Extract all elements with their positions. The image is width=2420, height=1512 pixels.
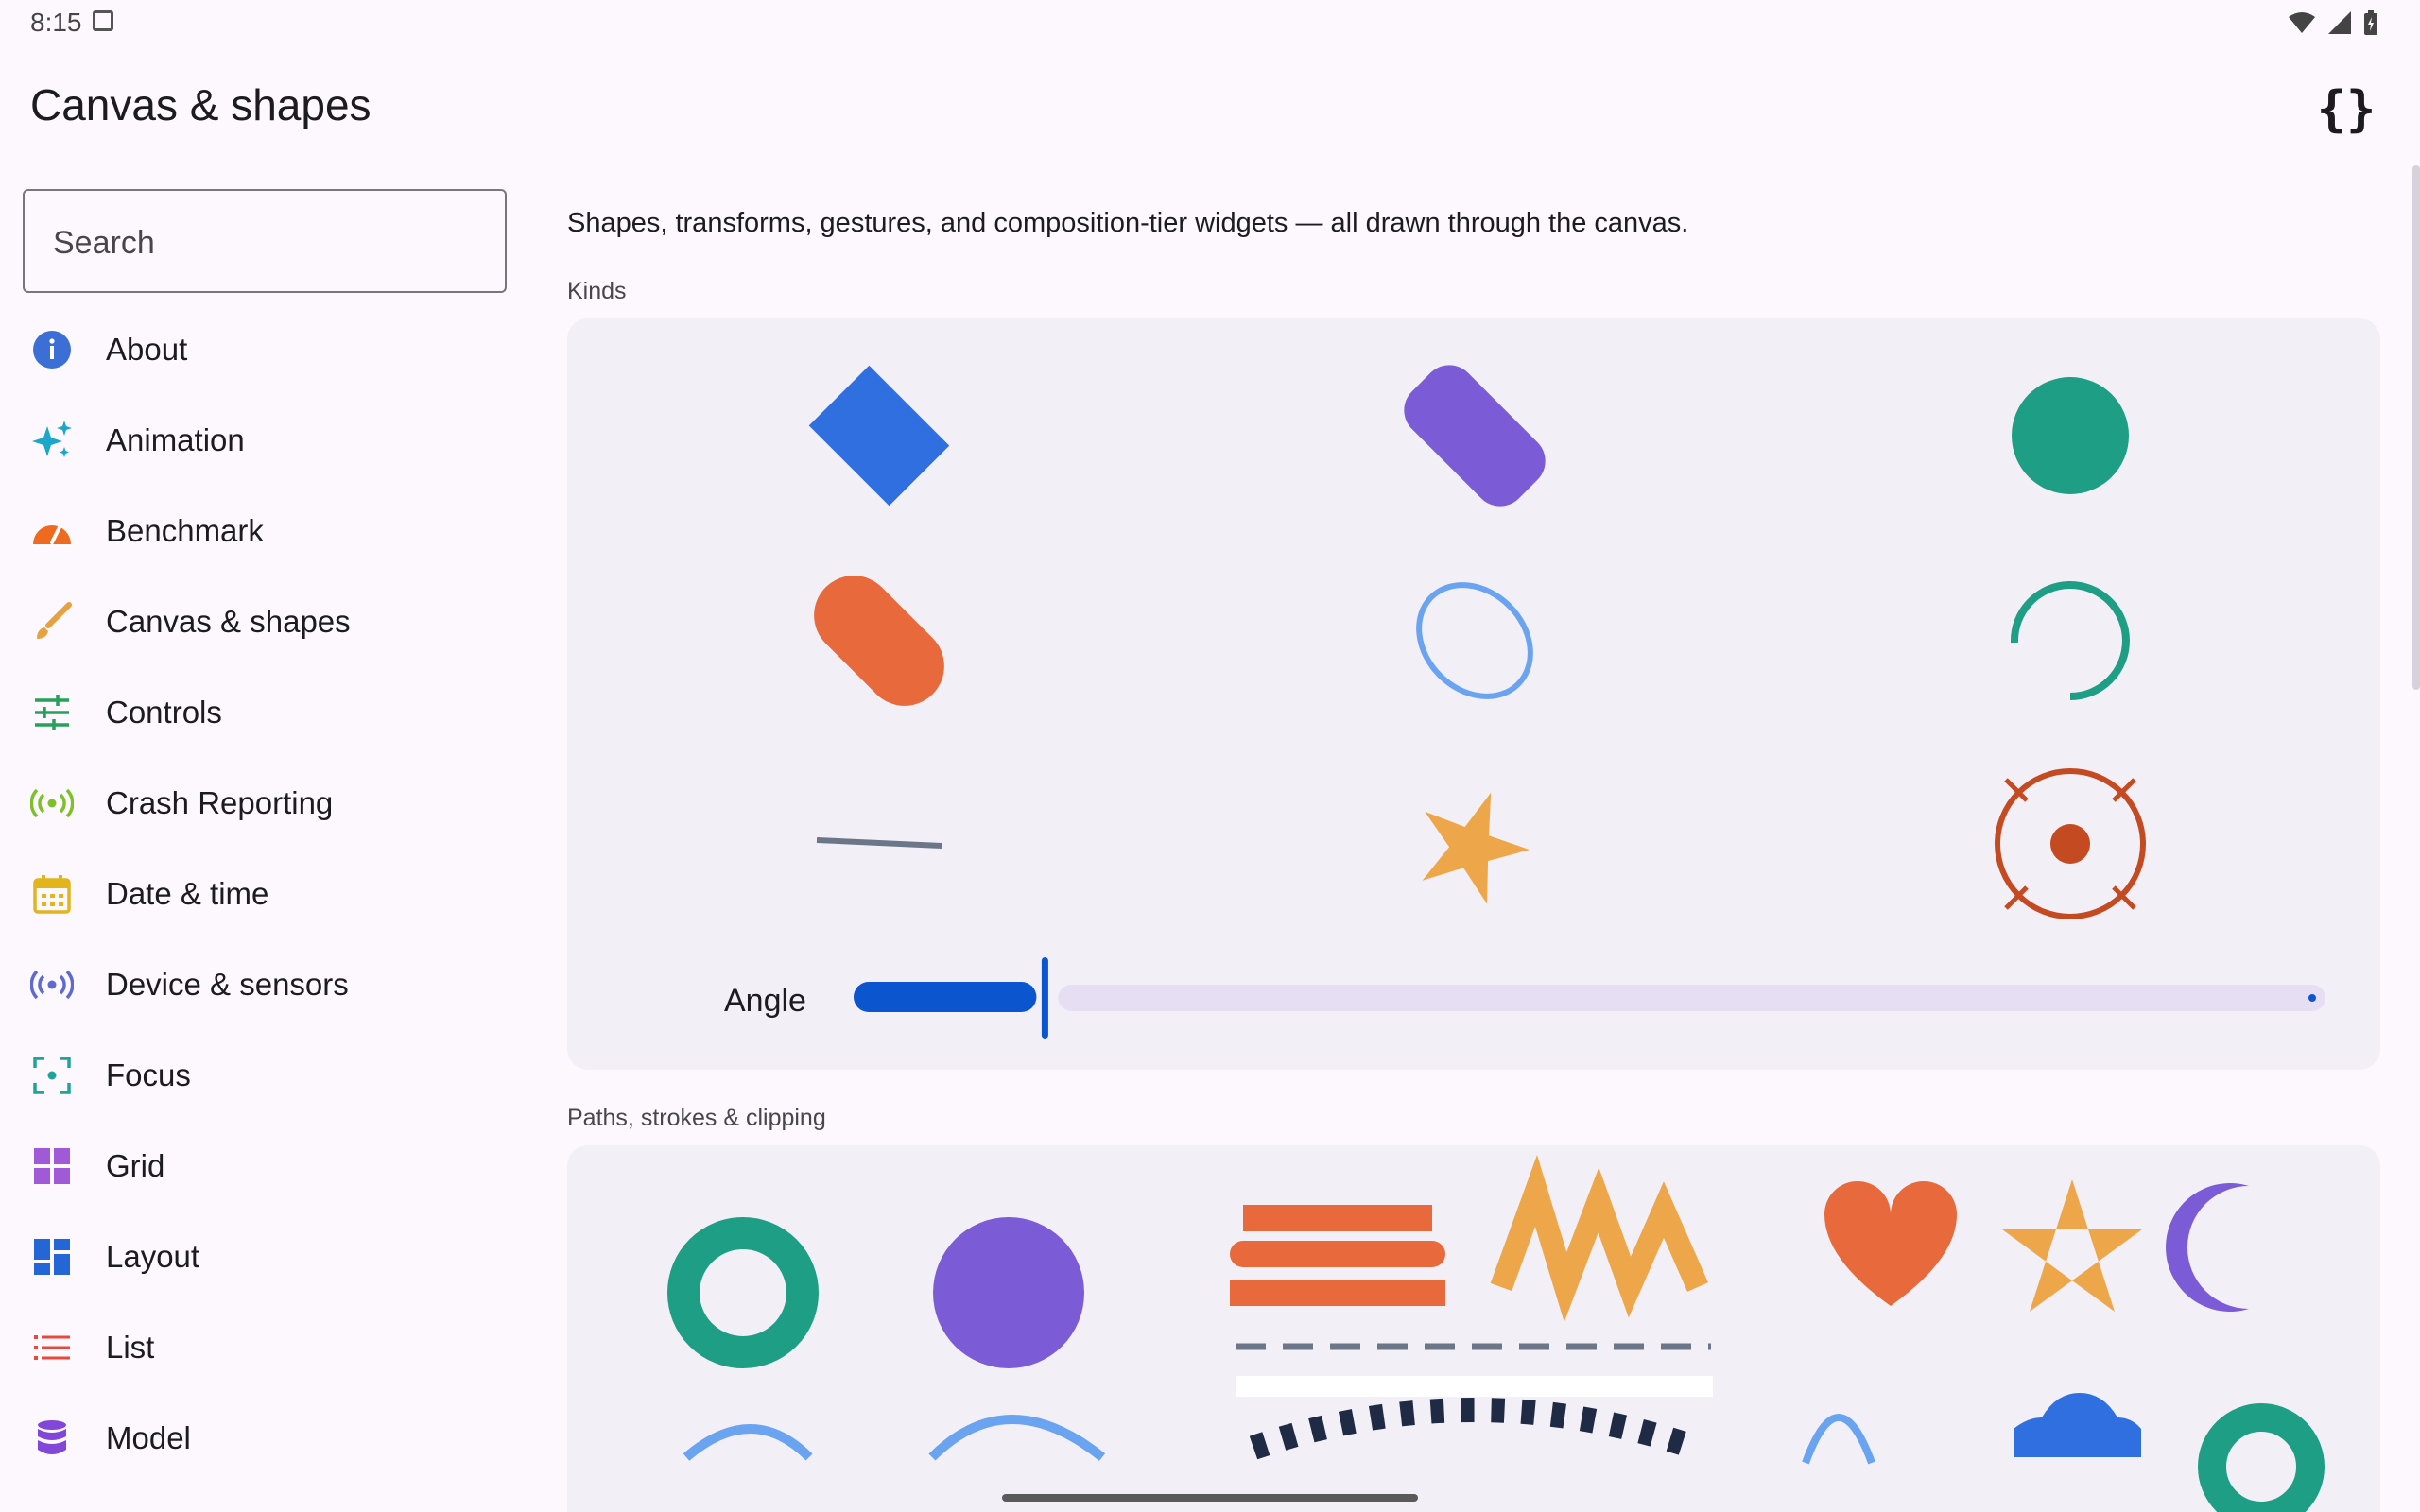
page-description: Shapes, transforms, gestures, and compos… xyxy=(567,208,1689,238)
sidebar-item-date-time[interactable]: Date & time xyxy=(0,849,529,939)
hollow-star-shape xyxy=(2002,1179,2142,1312)
scrollbar[interactable] xyxy=(2412,165,2420,690)
sidebar-item-label: Controls xyxy=(106,695,222,730)
slider-thumb[interactable] xyxy=(1041,957,1048,1039)
sidebar-item-label: List xyxy=(106,1330,155,1365)
sidebar-nav: About Animation Benchmark Canvas & shape… xyxy=(0,304,529,1484)
sliders-icon xyxy=(30,691,74,734)
zigzag-path-shape xyxy=(1490,1155,1708,1323)
crescent-shape xyxy=(2166,1183,2249,1312)
sidebar-item-canvas-shapes[interactable]: Canvas & shapes xyxy=(0,576,529,667)
sidebar-item-focus[interactable]: Focus xyxy=(0,1030,529,1121)
sidebar-item-model[interactable]: Model xyxy=(0,1393,529,1484)
view-source-button[interactable]: {} xyxy=(2312,76,2380,144)
cellular-signal-icon xyxy=(2328,11,2351,34)
sidebar-item-label: Animation xyxy=(106,422,245,457)
sidebar-item-label: Focus xyxy=(106,1057,191,1092)
slider-inactive-track xyxy=(1058,985,2325,1011)
sidebar-item-crash-reporting[interactable]: Crash Reporting xyxy=(0,758,529,849)
sidebar-item-label: Crash Reporting xyxy=(106,785,334,820)
star-shape xyxy=(1422,792,1530,904)
circle-shape xyxy=(2012,377,2129,494)
sim-card-icon xyxy=(93,10,113,31)
sidebar-item-about[interactable]: About xyxy=(0,304,529,395)
sidebar-item-controls[interactable]: Controls xyxy=(0,667,529,758)
sidebar-item-label: Date & time xyxy=(106,876,269,911)
kinds-card: Angle xyxy=(567,318,2380,1070)
cloud-shape xyxy=(2014,1393,2141,1457)
stripe-stroke-shape xyxy=(1230,1205,1445,1306)
grid-icon xyxy=(30,1144,74,1188)
sidebar-item-list[interactable]: List xyxy=(0,1302,529,1393)
curve-shape xyxy=(1802,1414,1876,1465)
page-title: Canvas & shapes xyxy=(30,80,372,129)
sidebar-item-label: Benchmark xyxy=(106,513,264,548)
sidebar-item-grid[interactable]: Grid xyxy=(0,1121,529,1211)
section-label-paths: Paths, strokes & clipping xyxy=(567,1105,826,1131)
rounded-rectangle-shape xyxy=(1404,365,1546,507)
sidebar-item-animation[interactable]: Animation xyxy=(0,395,529,486)
line-shape xyxy=(816,837,942,849)
speedometer-icon xyxy=(30,509,74,553)
paths-canvas xyxy=(667,1155,2325,1512)
wave-path-shape xyxy=(683,1424,813,1461)
sparkle-icon xyxy=(30,419,74,462)
sidebar-item-label: Layout xyxy=(106,1239,200,1274)
sidebar-item-label: About xyxy=(106,332,188,367)
slider-active-track xyxy=(854,982,1037,1012)
sensors-icon xyxy=(30,963,74,1006)
search-placeholder: Search xyxy=(53,225,155,261)
wave-path-shape-2 xyxy=(928,1415,1106,1461)
sidebar-item-label: Device & sensors xyxy=(106,967,349,1002)
status-time: 8:15 xyxy=(30,8,82,37)
sidebar-item-layout[interactable]: Layout xyxy=(0,1211,529,1302)
home-indicator[interactable] xyxy=(1002,1494,1418,1502)
broadcast-icon xyxy=(30,782,74,825)
calendar-icon xyxy=(30,872,74,916)
search-input[interactable]: Search xyxy=(23,189,507,293)
filled-circle-shape xyxy=(933,1217,1084,1368)
ring-shape-2 xyxy=(2198,1403,2325,1512)
section-label-kinds: Kinds xyxy=(567,278,627,304)
sidebar-item-device-sensors[interactable]: Device & sensors xyxy=(0,939,529,1030)
sidebar-item-label: Canvas & shapes xyxy=(106,604,351,639)
wifi-icon xyxy=(2289,12,2315,33)
ellipse-outline-shape xyxy=(1416,582,1533,699)
capsule-shape xyxy=(814,576,944,706)
database-icon xyxy=(30,1417,74,1460)
kinds-canvas: Angle xyxy=(724,365,2325,1039)
status-bar: 8:15 xyxy=(0,0,2420,45)
focus-icon xyxy=(30,1054,74,1097)
sidebar-item-label: Model xyxy=(106,1420,191,1455)
sidebar-item-benchmark[interactable]: Benchmark xyxy=(0,486,529,576)
brush-icon xyxy=(30,600,74,644)
angle-label: Angle xyxy=(724,983,806,1019)
rectangle-shape xyxy=(808,365,950,507)
target-shape xyxy=(1995,768,2146,919)
ring-shape xyxy=(667,1217,819,1368)
arc-shape xyxy=(2010,581,2130,700)
list-icon xyxy=(30,1326,74,1369)
heart-shape xyxy=(1824,1181,1957,1306)
info-icon xyxy=(30,328,74,371)
white-bar-shape xyxy=(1236,1376,1713,1397)
paths-card xyxy=(567,1145,2380,1512)
slider-stop-indicator xyxy=(2308,994,2316,1002)
battery-icon xyxy=(2364,10,2377,35)
dashed-arc-shape xyxy=(1249,1398,1701,1460)
angle-slider[interactable] xyxy=(854,957,2325,1039)
dashboard-icon xyxy=(30,1235,74,1279)
code-braces-icon: {} xyxy=(2316,81,2377,138)
sidebar-item-label: Grid xyxy=(106,1148,165,1183)
